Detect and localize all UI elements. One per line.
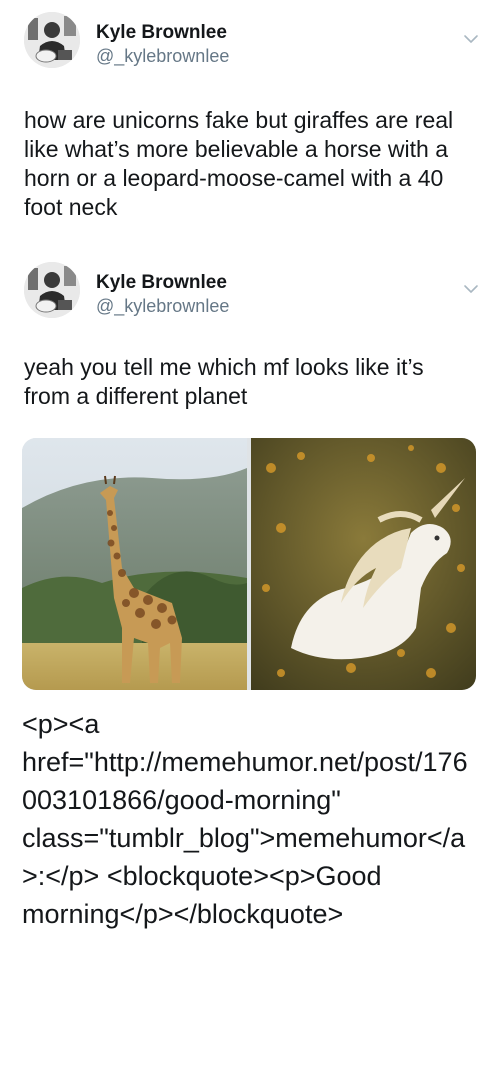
giraffe-photo[interactable] [22, 438, 247, 690]
tweet-1: Kyle Brownlee @_kylebrownlee how are uni… [0, 0, 500, 250]
tweet-media[interactable] [22, 438, 476, 690]
user-handle[interactable]: @_kylebrownlee [96, 46, 229, 67]
tweet-header: Kyle Brownlee @_kylebrownlee [24, 262, 484, 322]
post-caption: <p><a href="http://memehumor.net/post/17… [22, 709, 468, 929]
chevron-down-icon[interactable] [462, 280, 480, 298]
chevron-down-icon[interactable] [462, 30, 480, 48]
avatar[interactable] [24, 262, 80, 318]
avatar[interactable] [24, 12, 80, 68]
unicorn-photo[interactable] [251, 438, 476, 690]
user-handle[interactable]: @_kylebrownlee [96, 296, 229, 317]
tweet-text: yeah you tell me which mf looks like it’… [24, 354, 424, 409]
display-name[interactable]: Kyle Brownlee [96, 22, 227, 44]
tweet-text: how are unicorns fake but giraffes are r… [24, 107, 454, 220]
tweet-header: Kyle Brownlee @_kylebrownlee [24, 12, 484, 72]
tweet-2: Kyle Brownlee @_kylebrownlee yeah you te… [0, 250, 500, 690]
display-name[interactable]: Kyle Brownlee [96, 272, 227, 294]
